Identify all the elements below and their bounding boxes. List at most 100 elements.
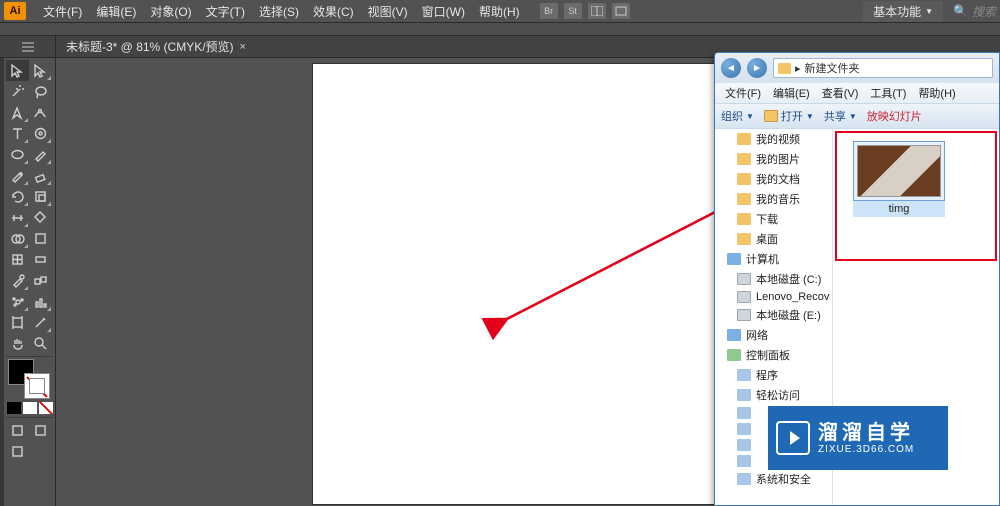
perspective-grid-tool[interactable]	[29, 228, 52, 249]
tree-label: 我的音乐	[756, 191, 800, 207]
shaper-tool[interactable]	[6, 165, 29, 186]
magic-wand-tool[interactable]	[6, 81, 29, 102]
menu-item-6[interactable]: 视图(V)	[361, 3, 415, 20]
menu-item-7[interactable]: 窗口(W)	[415, 3, 472, 20]
chip-gradient[interactable]	[23, 402, 37, 414]
tree-item-12[interactable]: 程序	[715, 365, 832, 385]
menu-item-2[interactable]: 对象(O)	[143, 3, 198, 20]
blend-tool[interactable]	[29, 270, 52, 291]
slideshow-button[interactable]: 放映幻灯片	[867, 108, 922, 124]
document-tab[interactable]: 未标题-3* @ 81% (CMYK/预览) ×	[56, 38, 256, 55]
explorer-menu-0[interactable]: 文件(F)	[719, 85, 767, 101]
tree-item-7[interactable]: 本地磁盘 (C:)	[715, 269, 832, 289]
address-bar[interactable]: ▸ 新建文件夹	[773, 58, 993, 78]
chevron-down-icon: ▼	[746, 112, 754, 121]
organize-button[interactable]: 组织▼	[721, 108, 754, 124]
chip-fill[interactable]	[7, 402, 21, 414]
net-icon	[727, 253, 741, 265]
close-tab-icon[interactable]: ×	[240, 41, 246, 53]
workspace-switcher[interactable]: 基本功能 ▼	[863, 1, 943, 22]
explorer-menu-2[interactable]: 查看(V)	[816, 85, 865, 101]
direct-selection-tool[interactable]	[29, 60, 52, 81]
file-item-timg[interactable]: timg	[853, 141, 945, 217]
tree-item-6[interactable]: 计算机	[715, 249, 832, 269]
tree-item-2[interactable]: 我的文档	[715, 169, 832, 189]
tree-item-1[interactable]: 我的图片	[715, 149, 832, 169]
tab-title: 未标题-3* @ 81% (CMYK/预览)	[66, 38, 234, 55]
column-graph-tool[interactable]	[29, 291, 52, 312]
selection-tool[interactable]	[6, 60, 29, 81]
zoom-tool[interactable]	[29, 333, 52, 354]
search-box[interactable]: 🔍 搜索	[953, 3, 996, 20]
rotate-tool[interactable]	[6, 186, 29, 207]
explorer-menubar: 文件(F)编辑(E)查看(V)工具(T)帮助(H)	[715, 83, 999, 103]
eraser-tool[interactable]	[29, 165, 52, 186]
pen-tool[interactable]	[6, 102, 29, 123]
symbol-sprayer-tool[interactable]	[6, 291, 29, 312]
menu-item-1[interactable]: 编辑(E)	[89, 3, 143, 20]
chip-none[interactable]	[39, 402, 53, 414]
net-icon	[727, 329, 741, 341]
gpu-icon[interactable]	[612, 3, 630, 19]
paintbrush-tool[interactable]	[29, 144, 52, 165]
file-thumbnail	[853, 141, 945, 201]
chevron-down-icon: ▼	[849, 112, 857, 121]
menu-item-4[interactable]: 选择(S)	[252, 3, 306, 20]
tree-item-13[interactable]: 轻松访问	[715, 385, 832, 405]
ellipse-tool[interactable]	[6, 144, 29, 165]
tree-item-3[interactable]: 我的音乐	[715, 189, 832, 209]
tree-item-9[interactable]: 本地磁盘 (E:)	[715, 305, 832, 325]
nav-forward-button[interactable]: ►	[747, 58, 767, 78]
tree-item-18[interactable]: 系统和安全	[715, 469, 832, 489]
breadcrumb[interactable]: 新建文件夹	[805, 60, 860, 76]
gear-icon	[737, 473, 751, 485]
color-mode-chips[interactable]	[6, 401, 54, 415]
explorer-menu-4[interactable]: 帮助(H)	[912, 85, 961, 101]
folder-icon	[778, 63, 791, 74]
draw-behind[interactable]	[29, 420, 52, 441]
menu-item-0[interactable]: 文件(F)	[36, 3, 89, 20]
open-button[interactable]: 打开▼	[764, 108, 814, 124]
tree-label: 本地磁盘 (E:)	[756, 307, 821, 323]
tree-item-4[interactable]: 下载	[715, 209, 832, 229]
toolbox	[4, 58, 56, 506]
menu-item-3[interactable]: 文字(T)	[199, 3, 252, 20]
tree-item-11[interactable]: 控制面板	[715, 345, 832, 365]
stock-icon[interactable]: St	[564, 3, 582, 19]
scale-tool[interactable]	[29, 186, 52, 207]
arrange-docs-icon[interactable]	[588, 3, 606, 19]
share-button[interactable]: 共享▼	[824, 108, 857, 124]
tree-item-0[interactable]: 我的视频	[715, 129, 832, 149]
nav-back-button[interactable]: ◄	[721, 58, 741, 78]
explorer-menu-3[interactable]: 工具(T)	[864, 85, 912, 101]
eyedropper-tool[interactable]	[6, 270, 29, 291]
width-tool[interactable]	[6, 207, 29, 228]
stroke-color[interactable]	[24, 373, 50, 399]
menu-item-8[interactable]: 帮助(H)	[472, 3, 527, 20]
explorer-toolbar: 组织▼ 打开▼ 共享▼ 放映幻灯片	[715, 103, 999, 129]
tree-item-5[interactable]: 桌面	[715, 229, 832, 249]
gradient-tool[interactable]	[29, 249, 52, 270]
lasso-tool[interactable]	[29, 81, 52, 102]
free-transform-tool[interactable]	[29, 207, 52, 228]
artboard[interactable]	[313, 64, 743, 504]
chevron-down-icon: ▼	[806, 112, 814, 121]
draw-normal[interactable]	[6, 420, 29, 441]
artboard-tool[interactable]	[6, 312, 29, 333]
line-segment-tool[interactable]	[29, 123, 52, 144]
menu-item-5[interactable]: 效果(C)	[306, 3, 361, 20]
fill-stroke-swatch[interactable]	[6, 359, 52, 401]
screen-mode[interactable]	[6, 441, 29, 462]
slice-tool[interactable]	[29, 312, 52, 333]
curvature-tool[interactable]	[29, 102, 52, 123]
type-tool[interactable]	[6, 123, 29, 144]
shape-builder-tool[interactable]	[6, 228, 29, 249]
mesh-tool[interactable]	[6, 249, 29, 270]
tree-item-10[interactable]: 网络	[715, 325, 832, 345]
explorer-titlebar[interactable]: ◄ ► ▸ 新建文件夹	[715, 53, 999, 83]
tree-item-8[interactable]: Lenovo_Recov	[715, 289, 832, 305]
hand-tool[interactable]	[6, 333, 29, 354]
panel-dock-toggle[interactable]	[0, 36, 56, 57]
explorer-menu-1[interactable]: 编辑(E)	[767, 85, 816, 101]
bridge-icon[interactable]: Br	[540, 3, 558, 19]
